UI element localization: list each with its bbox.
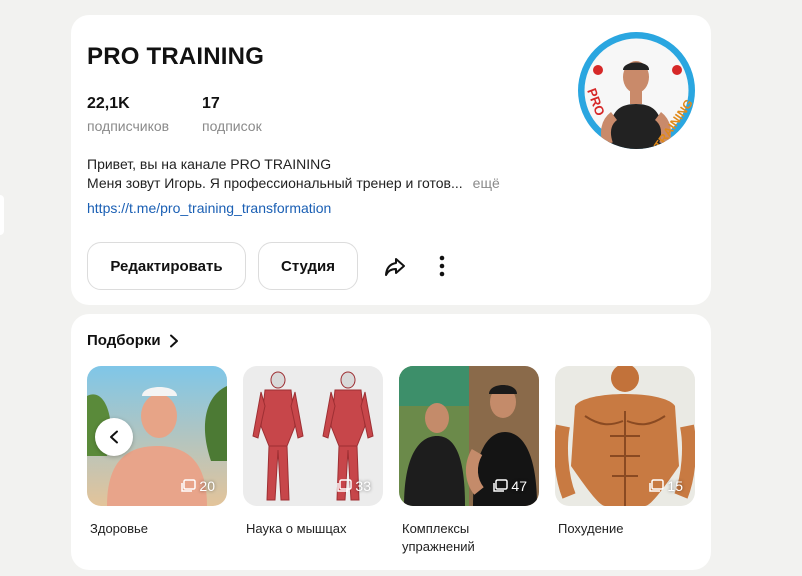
- collection-count: 47: [492, 478, 527, 494]
- stack-icon: [181, 479, 197, 492]
- collections-header[interactable]: Подборки: [87, 332, 179, 349]
- stack-icon: [337, 479, 353, 492]
- left-edge-tab: [0, 195, 4, 235]
- channel-external-link[interactable]: https://t.me/pro_training_transformation: [87, 200, 331, 216]
- edit-button[interactable]: Редактировать: [87, 242, 246, 290]
- channel-avatar[interactable]: PRO TRAINING: [578, 32, 695, 149]
- collection-name: Наука о мышцах: [246, 521, 347, 536]
- collection-thumbnail: 33: [243, 366, 383, 506]
- collection-thumbnail: 47: [399, 366, 539, 506]
- description-line-2: Меня зовут Игорь. Я профессиональный тре…: [87, 175, 463, 191]
- collection-name: Комплексы упражнений: [402, 521, 475, 554]
- collection-count: 33: [336, 478, 371, 494]
- more-options-icon[interactable]: [429, 253, 455, 279]
- chevron-left-icon: [110, 430, 118, 444]
- carousel-prev-button[interactable]: [95, 418, 133, 456]
- stack-icon: [649, 479, 665, 492]
- description-line-1: Привет, вы на канале PRO TRAINING: [87, 156, 332, 172]
- following-count: 17: [202, 95, 220, 112]
- channel-title: PRO TRAINING: [87, 43, 265, 70]
- following-label: подписок: [202, 118, 262, 134]
- channel-header-card: PRO TRAINING 22,1K подписчиков 17 подпис…: [71, 15, 711, 305]
- collection-item[interactable]: 15 Похудение: [555, 366, 695, 538]
- following-stat[interactable]: 17 подписок: [202, 95, 262, 134]
- more-link[interactable]: ещё: [473, 174, 500, 193]
- collections-title: Подборки: [87, 332, 161, 349]
- subscribers-label: подписчиков: [87, 118, 170, 134]
- collection-count: 15: [648, 478, 683, 494]
- collection-count: 20: [180, 478, 215, 494]
- stack-icon: [493, 479, 509, 492]
- collections-card: Подборки 20 Здоровье 33 Наука о мышцах 4…: [71, 314, 711, 570]
- collection-item[interactable]: 33 Наука о мышцах: [243, 366, 383, 538]
- share-icon[interactable]: [382, 253, 408, 279]
- channel-description: Привет, вы на канале PRO TRAINING Меня з…: [87, 155, 607, 193]
- studio-button[interactable]: Студия: [258, 242, 358, 290]
- subscribers-stat[interactable]: 22,1K подписчиков: [87, 95, 169, 134]
- collection-name: Похудение: [558, 521, 624, 536]
- collection-name: Здоровье: [90, 521, 149, 536]
- subscribers-count: 22,1K: [87, 95, 130, 112]
- collection-thumbnail: 15: [555, 366, 695, 506]
- chevron-right-icon: [169, 334, 179, 348]
- collection-item[interactable]: 47 Комплексы упражнений: [399, 366, 539, 556]
